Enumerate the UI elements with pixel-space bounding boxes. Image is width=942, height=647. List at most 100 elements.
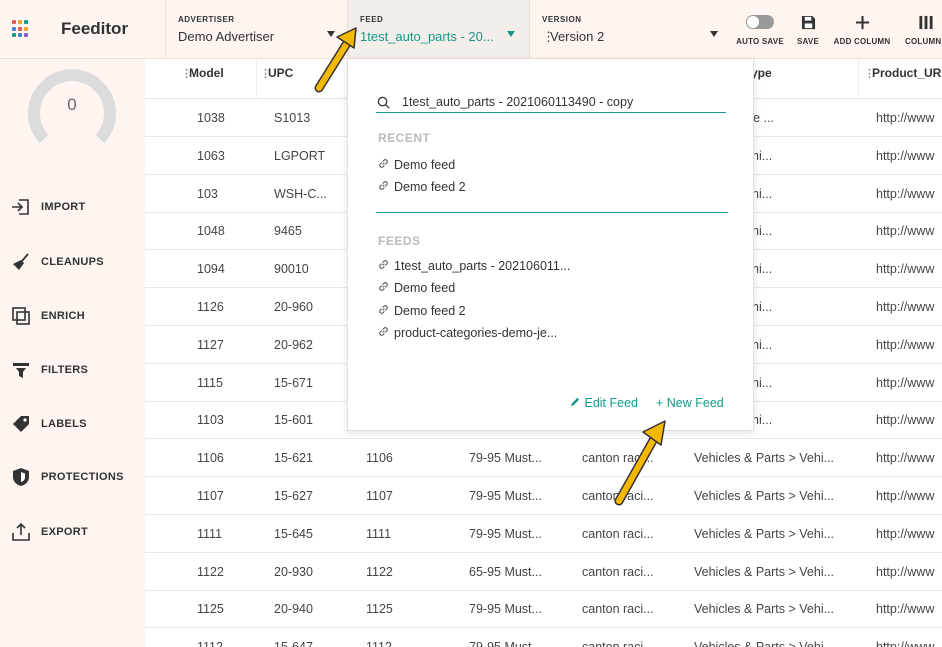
table-row[interactable]: 1122 20-930 1122 65-95 Must... canton raci..…: [145, 553, 942, 591]
auto-save-toggle[interactable]: AUTO SAVE: [733, 12, 787, 46]
toggle-switch-icon[interactable]: [746, 15, 774, 29]
table-cell[interactable]: canton raci...: [582, 439, 682, 477]
table-cell[interactable]: canton raci...: [582, 628, 682, 647]
table-cell[interactable]: http://www: [876, 212, 942, 250]
table-cell[interactable]: 1063: [197, 137, 267, 175]
save-button[interactable]: SAVE: [793, 12, 823, 46]
recent-feed-link[interactable]: Demo feed 2: [378, 180, 466, 194]
table-cell[interactable]: 15-601: [274, 401, 354, 439]
table-cell[interactable]: 15-627: [274, 477, 354, 515]
table-cell[interactable]: Vehicles & Parts > Vehi...: [694, 477, 864, 515]
sidebar-item-filters[interactable]: FILTERS: [10, 357, 88, 383]
table-cell[interactable]: 79-95 Must...: [469, 590, 569, 628]
apps-grid-icon[interactable]: [12, 20, 30, 38]
table-cell[interactable]: http://www: [876, 250, 942, 288]
table-cell[interactable]: 1106: [366, 439, 456, 477]
table-cell[interactable]: S1013: [274, 99, 354, 137]
table-cell[interactable]: http://www: [876, 288, 942, 326]
sidebar-item-export[interactable]: EXPORT: [10, 519, 88, 545]
column-header-model[interactable]: ⋮Model: [181, 59, 257, 99]
table-cell[interactable]: 1112: [366, 628, 456, 647]
table-cell[interactable]: 1125: [197, 590, 267, 628]
table-cell[interactable]: http://www: [876, 628, 942, 647]
table-cell[interactable]: Vehicles & Parts > Vehi...: [694, 553, 864, 591]
table-cell[interactable]: LGPORT: [274, 137, 354, 175]
version-selector[interactable]: VERSION ⋮Version 2: [529, 0, 727, 58]
table-cell[interactable]: 1122: [366, 553, 456, 591]
drag-handle-icon[interactable]: ⋮: [864, 60, 875, 88]
sidebar-item-enrich[interactable]: ENRICH: [10, 303, 85, 329]
table-cell[interactable]: 15-647: [274, 628, 354, 647]
table-cell[interactable]: 79-95 Must...: [469, 439, 569, 477]
table-cell[interactable]: 1107: [197, 477, 267, 515]
feed-link[interactable]: Demo feed 2: [378, 304, 466, 318]
table-cell[interactable]: Vehicles & Parts > Vehi...: [694, 590, 864, 628]
table-cell[interactable]: 1107: [366, 477, 456, 515]
table-cell[interactable]: http://www: [876, 364, 942, 402]
feed-link[interactable]: Demo feed: [378, 281, 455, 295]
table-cell[interactable]: 9465: [274, 212, 354, 250]
table-cell[interactable]: 15-671: [274, 364, 354, 402]
table-row[interactable]: 1112 15-647 1112 79-95 Must... canton raci..…: [145, 628, 942, 647]
table-cell[interactable]: 1106: [197, 439, 267, 477]
table-cell[interactable]: http://www: [876, 477, 942, 515]
sidebar-item-protections[interactable]: PROTECTIONS: [10, 464, 124, 490]
table-cell[interactable]: 20-940: [274, 590, 354, 628]
new-feed-button[interactable]: + New Feed: [656, 396, 724, 410]
feed-search-input[interactable]: 1test_auto_parts - 2021060113490 - copy: [376, 93, 726, 113]
table-cell[interactable]: 1122: [197, 553, 267, 591]
table-cell[interactable]: 1125: [366, 590, 456, 628]
column-button[interactable]: COLUMN: [900, 12, 942, 46]
table-cell[interactable]: 1094: [197, 250, 267, 288]
table-cell[interactable]: http://www: [876, 553, 942, 591]
table-cell[interactable]: 1103: [197, 401, 267, 439]
table-cell[interactable]: 90010: [274, 250, 354, 288]
table-cell[interactable]: 79-95 Must...: [469, 515, 569, 553]
column-header-upc[interactable]: ⋮UPC: [260, 59, 348, 99]
table-cell[interactable]: Vehicles & Parts > Vehi...: [694, 628, 864, 647]
table-cell[interactable]: 103: [197, 175, 267, 213]
add-column-button[interactable]: ADD COLUMN: [830, 12, 894, 46]
table-cell[interactable]: 1111: [366, 515, 456, 553]
table-cell[interactable]: canton raci...: [582, 515, 682, 553]
table-cell[interactable]: http://www: [876, 137, 942, 175]
table-cell[interactable]: 79-95 Must...: [469, 628, 569, 647]
table-cell[interactable]: 1111: [197, 515, 267, 553]
table-cell[interactable]: canton raci...: [582, 553, 682, 591]
table-cell[interactable]: Vehicles & Parts > Vehi...: [694, 515, 864, 553]
table-row[interactable]: 1107 15-627 1107 79-95 Must... canton raci..…: [145, 477, 942, 515]
feed-link[interactable]: product-categories-demo-je...: [378, 326, 557, 340]
table-row[interactable]: 1106 15-621 1106 79-95 Must... canton raci..…: [145, 439, 942, 478]
table-cell[interactable]: 1048: [197, 212, 267, 250]
drag-handle-icon[interactable]: ⋮: [181, 60, 192, 88]
table-cell[interactable]: http://www: [876, 590, 942, 628]
sidebar-item-cleanups[interactable]: CLEANUPS: [10, 249, 104, 275]
table-cell[interactable]: canton raci...: [582, 590, 682, 628]
table-cell[interactable]: 20-962: [274, 326, 354, 364]
table-cell[interactable]: http://www: [876, 326, 942, 364]
recent-feed-link[interactable]: Demo feed: [378, 158, 455, 172]
feed-selector[interactable]: FEED 1test_auto_parts - 20...: [347, 0, 529, 58]
column-header-product-url[interactable]: ⋮Product_UR: [864, 59, 942, 99]
table-cell[interactable]: canton raci...: [582, 477, 682, 515]
advertiser-selector[interactable]: ADVERTISER Demo Advertiser: [165, 0, 347, 58]
table-cell[interactable]: 1115: [197, 364, 267, 402]
table-cell[interactable]: 15-621: [274, 439, 354, 477]
column-header-type[interactable]: ype: [751, 59, 859, 99]
table-cell[interactable]: 1126: [197, 288, 267, 326]
feed-link[interactable]: 1test_auto_parts - 202106011...: [378, 259, 570, 273]
edit-feed-button[interactable]: Edit Feed: [570, 396, 638, 410]
drag-handle-icon[interactable]: ⋮: [260, 60, 271, 88]
table-cell[interactable]: 1127: [197, 326, 267, 364]
table-row[interactable]: 1125 20-940 1125 79-95 Must... canton raci..…: [145, 590, 942, 629]
sidebar-item-labels[interactable]: LABELS: [10, 411, 87, 437]
table-cell[interactable]: http://www: [876, 401, 942, 439]
table-cell[interactable]: http://www: [876, 99, 942, 137]
table-cell[interactable]: WSH-C...: [274, 175, 354, 213]
sidebar-item-import[interactable]: IMPORT: [10, 194, 86, 220]
table-cell[interactable]: 20-960: [274, 288, 354, 326]
table-cell[interactable]: 1112: [197, 628, 267, 647]
table-row[interactable]: 1111 15-645 1111 79-95 Must... canton raci..…: [145, 515, 942, 553]
table-cell[interactable]: http://www: [876, 175, 942, 213]
table-cell[interactable]: http://www: [876, 515, 942, 553]
